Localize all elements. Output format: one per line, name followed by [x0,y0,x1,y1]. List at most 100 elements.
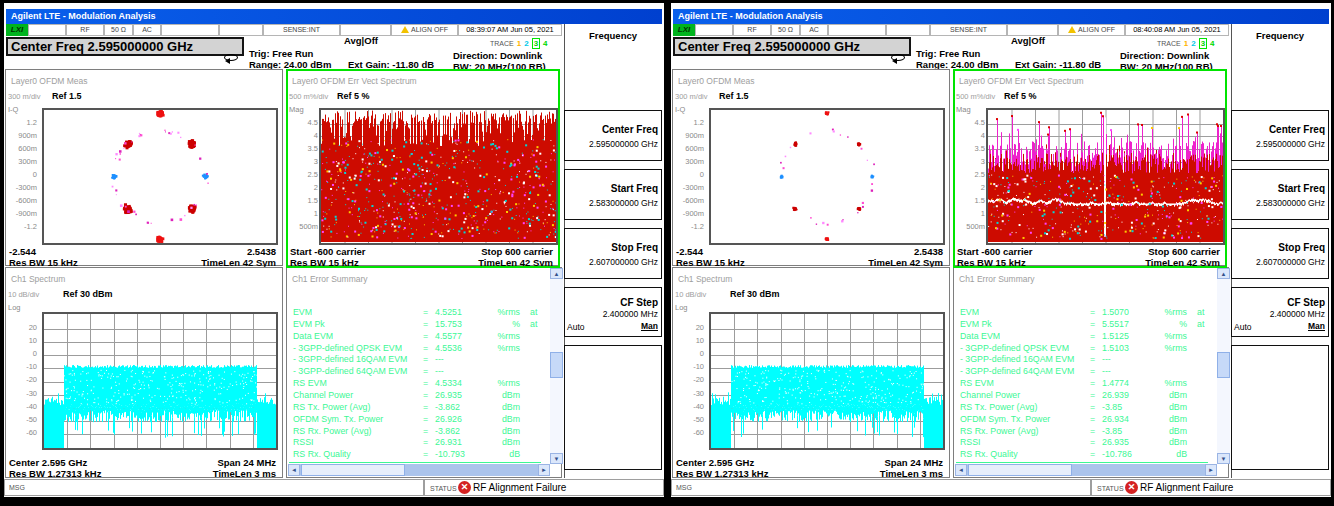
scroll-down-button[interactable]: ▼ [1217,453,1230,464]
summary-row: Channel Power=26.939dBm [954,390,1214,401]
y-tick: -1.2 [6,222,37,231]
toolbar-impedance: 50 Ω [104,24,133,36]
menu-button-start-freq[interactable]: Start Freq2.583000000 GHz [1231,169,1329,220]
scroll-left-button[interactable]: ◄ [955,464,967,476]
y-tick: 900m [673,131,704,140]
vertical-scroll-thumb[interactable] [550,352,563,378]
window-ofdm-meas[interactable]: Layer0 OFDM Meas 300 m/div Ref 1.5 I-Q 1… [672,69,950,266]
y-tick: 0 [673,170,704,179]
y-tick: 3 [287,157,318,166]
y-tick: -300m [673,183,704,192]
spectrum-center-label: Center 2.595 GHz [9,457,87,468]
trace-1[interactable]: 1 [517,39,521,48]
trace-4[interactable]: 4 [543,39,547,48]
menu-button-cf-step[interactable]: CF Step2.400000 MHzAutoMan [564,287,662,337]
window-ofdm-meas[interactable]: Layer0 OFDM Meas 300 m/div Ref 1.5 I-Q 1… [5,69,283,266]
window-error-summary[interactable]: Ch1 Error Summary EVM=1.5070%rmsatEVM Pk… [953,267,1229,478]
window-err-vect-spectrum[interactable]: Layer0 OFDM Err Vect Spectrum 500 m%/div… [953,69,1227,266]
status-label: STATUS [1097,485,1124,492]
menu-button-empty[interactable] [1231,345,1329,470]
instrument-panel-right: Agilent LTE - Modulation Analysis LXI RF… [671,3,1331,497]
summary-row: RS EVM=4.5334%rms [287,378,547,389]
trace-2[interactable]: 2 [1191,39,1195,48]
trace-3[interactable]: 3 [532,38,540,49]
cf-step-auto[interactable]: Auto [1234,322,1252,332]
vertical-scrollbar[interactable]: ▲▼ [550,268,563,464]
summary-row: EVM=1.5070%rmsat [954,307,1214,318]
toolbar-datetime: 08:39:07 AM Jun 05, 2021 [458,24,562,36]
ofdm-meas-xmin: -2.544 [676,246,703,257]
cf-step-auto[interactable]: Auto [567,322,585,332]
menu-button-stop-freq[interactable]: Stop Freq2.607000000 GHz [1231,228,1329,279]
scroll-down-button[interactable]: ▼ [550,453,563,464]
trig-status: Trig: Free Run [249,48,313,59]
cf-step-man[interactable]: Man [1308,321,1325,331]
y-tick: 0 [6,170,37,179]
evs-stop-label: Stop 600 carrier [1148,246,1220,257]
window-ch1-spectrum[interactable]: Ch1 Spectrum 10 dB/div Ref 30 dBm Log 20… [5,267,283,478]
summary-row: EVM Pk=15.753%at [287,319,547,330]
horizontal-scrollbar[interactable]: ◄► [955,464,1217,476]
menu-button-center-freq[interactable]: Center Freq2.595000000 GHz [564,110,662,161]
trace-3[interactable]: 3 [1199,38,1207,49]
constellation-plot [42,108,278,245]
horizontal-scroll-thumb[interactable] [968,464,1072,476]
cf-step-man[interactable]: Man [641,321,658,331]
y-tick: 2 [954,183,985,192]
y-tick: -40 [673,402,704,411]
ofdm-meas-yticks: 1.2900m600m300m0-300m-600m-900m-1.2 [673,70,706,265]
y-tick: 1.5 [954,196,985,205]
vertical-scrollbar[interactable]: ▲▼ [1217,268,1230,464]
error-status-icon: ✕ [458,481,471,494]
spectrum-ref: Ref 30 dBm [63,289,113,299]
menu-button-start-freq[interactable]: Start Freq2.583000000 GHz [564,169,662,220]
spectrum-center-label: Center 2.595 GHz [676,457,754,468]
trace-2[interactable]: 2 [524,39,528,48]
summary-row: - 3GPP-defined 64QAM EVM=--- [954,366,1214,377]
y-tick: 10 [673,336,704,345]
spectrum-timelen: TimeLen 3 ms [213,468,276,479]
y-tick: 4.5 [287,118,318,127]
window-error-summary[interactable]: Ch1 Error Summary EVM=4.5251%rmsatEVM Pk… [286,267,562,478]
y-tick: 300m [6,157,37,166]
y-tick: -30 [673,389,704,398]
toolbar-cell-empty-1 [28,24,66,36]
horizontal-scrollbar[interactable]: ◄► [288,464,550,476]
summary-row: - 3GPP-defined 16QAM EVM=--- [287,354,547,365]
y-tick: 4 [954,131,985,140]
trace-1[interactable]: 1 [1184,39,1188,48]
evs-ref: Ref 5 % [337,91,370,101]
window-title: Agilent LTE - Modulation Analysis [678,11,823,21]
y-tick: -50 [673,415,704,424]
scroll-up-button[interactable]: ▲ [550,268,563,279]
vertical-scroll-thumb[interactable] [1217,352,1230,378]
horizontal-scroll-thumb[interactable] [301,464,405,476]
trace-indicators: TRACE1234 [1157,38,1215,49]
center-freq-display[interactable]: Center Freq 2.595000000 GHz [673,37,911,56]
error-status-icon: ✕ [1125,481,1138,494]
menu-button-center-freq[interactable]: Center Freq2.595000000 GHz [1231,110,1329,161]
y-tick: 900m [6,131,37,140]
y-tick: -600m [673,196,704,205]
y-tick: -60 [673,428,704,437]
evs-start-label: Start -600 carrier [957,246,1033,257]
scroll-right-button[interactable]: ► [538,464,550,476]
menu-button-empty[interactable] [564,345,662,470]
scroll-right-button[interactable]: ► [1205,464,1217,476]
window-err-vect-spectrum[interactable]: Layer0 OFDM Err Vect Spectrum 500 m%/div… [286,69,560,266]
evs-ref: Ref 5 % [1004,91,1037,101]
menu-button-stop-freq[interactable]: Stop Freq2.607000000 GHz [564,228,662,279]
toolbar-rf: RF [733,24,771,36]
window-ch1-spectrum[interactable]: Ch1 Spectrum 10 dB/div Ref 30 dBm Log 20… [672,267,950,478]
spectrum-canvas [44,314,276,448]
y-tick: 1 [954,209,985,218]
y-tick: -900m [673,209,704,218]
menu-button-cf-step[interactable]: CF Step2.400000 MHzAutoMan [1231,287,1329,337]
trace-4[interactable]: 4 [1210,39,1214,48]
summary-underline [289,462,541,463]
scroll-up-button[interactable]: ▲ [1217,268,1230,279]
y-tick: 4 [287,131,318,140]
scroll-left-button[interactable]: ◄ [288,464,300,476]
summary-row: RS EVM=1.4774%rms [954,378,1214,389]
center-freq-display[interactable]: Center Freq 2.595000000 GHz [6,37,244,56]
